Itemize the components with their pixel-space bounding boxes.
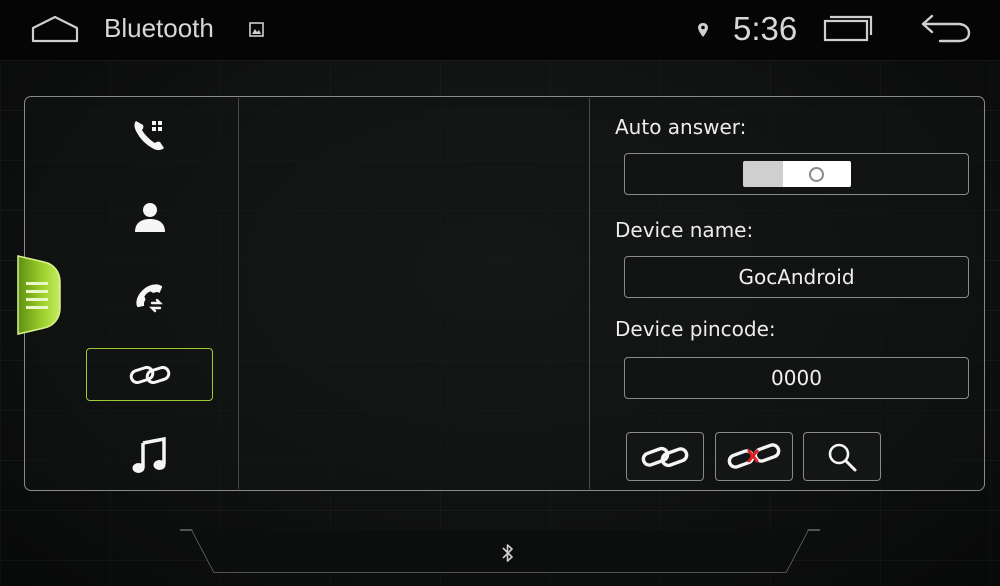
toggle-knob [809, 166, 824, 182]
device-pincode-label: Device pincode: [615, 317, 776, 341]
nav-item-pairing[interactable] [86, 348, 213, 401]
nav-item-dialpad[interactable] [110, 110, 190, 160]
page-title: Bluetooth [104, 13, 214, 43]
device-pincode-field[interactable]: 0000 [624, 357, 969, 399]
phone-dialpad-icon [134, 121, 164, 151]
auto-answer-field [624, 153, 969, 195]
recent-apps-icon[interactable] [823, 14, 873, 42]
device-name-label: Device name: [615, 218, 754, 242]
image-icon [249, 22, 264, 37]
music-note-icon [132, 437, 166, 473]
home-icon[interactable] [30, 14, 80, 44]
call-log-icon [136, 284, 163, 313]
auto-answer-label: Auto answer: [615, 115, 747, 139]
bluetooth-icon [502, 544, 513, 562]
back-icon[interactable] [920, 12, 972, 44]
nav-item-contacts[interactable] [110, 192, 190, 242]
nav-item-call-log[interactable] [110, 272, 190, 322]
unlink-icon [727, 442, 781, 469]
toggle-knob-segment [782, 161, 851, 187]
nav-item-music[interactable] [110, 430, 190, 482]
search-button[interactable] [803, 432, 881, 481]
link-icon [641, 446, 689, 467]
device-name-field[interactable]: GocAndroid [624, 256, 969, 298]
menu-drawer-tab[interactable] [14, 252, 62, 338]
location-icon [698, 23, 708, 37]
clock: 5:36 [733, 10, 798, 47]
auto-answer-toggle[interactable] [742, 161, 851, 187]
panel-divider [589, 98, 590, 489]
search-icon [828, 443, 857, 471]
link-icon [129, 365, 170, 384]
status-bar: Bluetooth 5:36 [0, 0, 1000, 60]
toggle-off-segment [742, 161, 783, 187]
contact-icon [135, 203, 165, 232]
disconnect-button[interactable] [715, 432, 793, 481]
panel-divider [238, 98, 239, 489]
connect-button[interactable] [626, 432, 704, 481]
